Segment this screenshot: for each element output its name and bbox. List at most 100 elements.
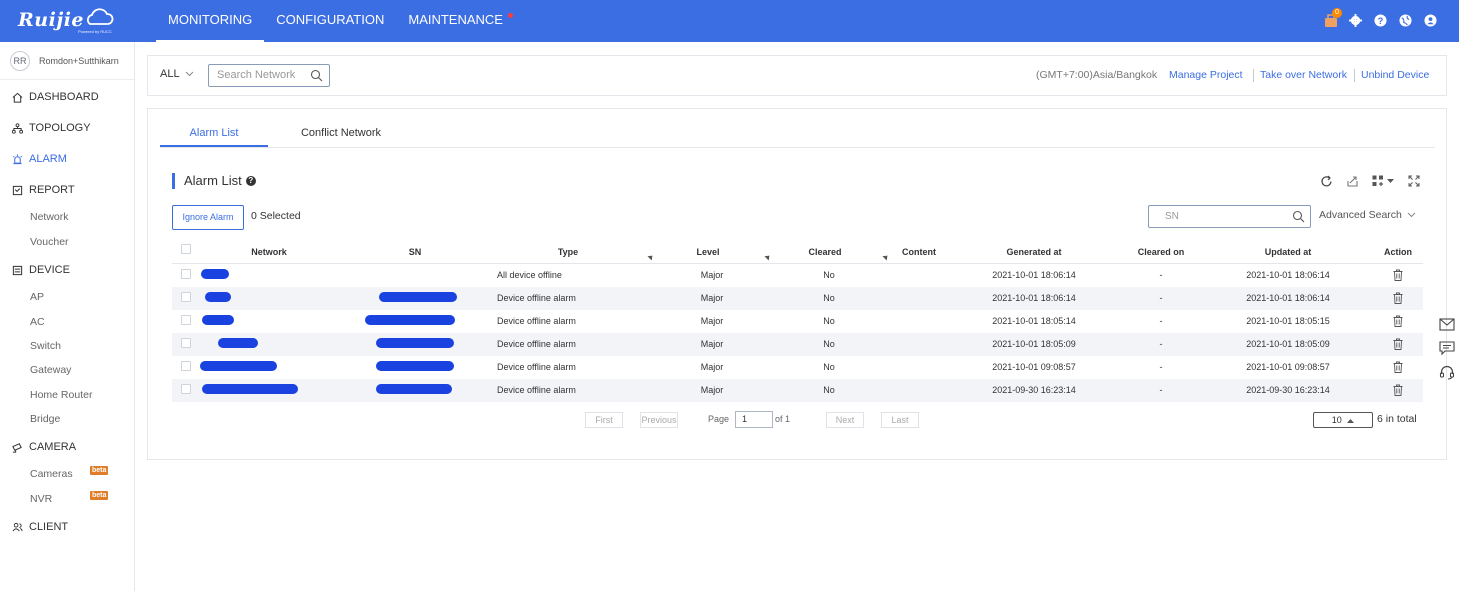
delete-icon[interactable] xyxy=(1393,292,1403,304)
search-icon[interactable] xyxy=(310,69,323,82)
sidebar-item-camera[interactable]: CAMERA xyxy=(0,436,134,458)
account-button[interactable] xyxy=(1422,12,1439,29)
ignore-alarm-button[interactable]: Ignore Alarm xyxy=(172,205,244,230)
sidebar-sub-voucher[interactable]: Voucher xyxy=(30,236,69,248)
column-settings-button[interactable] xyxy=(1370,173,1396,189)
tab-monitoring[interactable]: MONITORING xyxy=(156,0,265,42)
sidebar-sub-ap[interactable]: AP xyxy=(30,291,44,303)
manage-project-link[interactable]: Manage Project xyxy=(1169,69,1243,81)
user-box[interactable]: RR Romdon+Sutthikarn xyxy=(0,42,134,80)
search-icon[interactable] xyxy=(1292,210,1305,223)
camera-icon xyxy=(11,441,23,453)
sidebar-item-topology[interactable]: TOPOLOGY xyxy=(0,117,134,139)
sidebar-sub-cameras[interactable]: Cameras xyxy=(30,468,73,480)
select-all-checkbox[interactable] xyxy=(181,244,191,254)
refresh-button[interactable] xyxy=(1318,173,1334,189)
ruijie-logo[interactable]: Ruijie Powered by RUCC xyxy=(18,7,118,35)
sidebar-item-alarm[interactable]: ALARM xyxy=(0,148,134,170)
table-row[interactable]: Device offline alarm Major No 2021-10-01… xyxy=(172,287,1423,310)
support-button[interactable] xyxy=(1435,360,1459,384)
cell-cleared-on: - xyxy=(1159,362,1163,372)
sidebar-sub-ac[interactable]: AC xyxy=(30,316,45,328)
tab-configuration[interactable]: CONFIGURATION xyxy=(264,0,396,42)
row-checkbox[interactable] xyxy=(181,361,191,371)
settings-button[interactable] xyxy=(1347,12,1364,29)
sidebar-item-report[interactable]: REPORT xyxy=(0,179,134,201)
sidebar-sub-nvr[interactable]: NVR xyxy=(30,493,52,505)
delete-icon[interactable] xyxy=(1393,384,1403,396)
message-button[interactable] xyxy=(1435,312,1459,336)
header-level[interactable]: Level xyxy=(696,247,719,257)
delete-icon[interactable] xyxy=(1393,269,1403,281)
delete-icon[interactable] xyxy=(1393,338,1403,350)
previous-page-button[interactable]: Previous xyxy=(640,412,678,428)
row-checkbox[interactable] xyxy=(181,384,191,394)
cell-generated-at: 2021-10-01 18:05:09 xyxy=(992,339,1076,349)
cart-button[interactable]: 0 xyxy=(1322,8,1342,29)
tab-maintenance[interactable]: MAINTENANCE xyxy=(396,0,519,42)
take-over-network-link[interactable]: Take over Network xyxy=(1260,69,1347,81)
cell-level: Major xyxy=(700,339,724,349)
row-checkbox[interactable] xyxy=(181,292,191,302)
sidebar-sub-bridge[interactable]: Bridge xyxy=(30,413,60,425)
chevron-down-icon xyxy=(1407,212,1416,218)
sidebar-item-device[interactable]: DEVICE xyxy=(0,259,134,281)
advanced-search-toggle[interactable]: Advanced Search xyxy=(1319,209,1416,221)
fullscreen-button[interactable] xyxy=(1406,173,1422,189)
help-icon[interactable]: ? xyxy=(245,176,256,186)
sort-icon[interactable] xyxy=(647,253,655,261)
headset-icon xyxy=(1439,365,1455,380)
tab-conflict-network[interactable]: Conflict Network xyxy=(288,121,394,147)
logo-text: Ruijie xyxy=(18,9,85,31)
search-network-input[interactable]: Search Network xyxy=(208,64,330,87)
sidebar-item-label: CAMERA xyxy=(29,441,77,453)
page-label: Page xyxy=(708,414,730,424)
feedback-button[interactable] xyxy=(1435,336,1459,360)
table-row[interactable]: Device offline alarm Major No 2021-10-01… xyxy=(172,310,1423,333)
header-updated-at: Updated at xyxy=(1264,247,1312,257)
beta-badge: beta xyxy=(90,466,109,475)
sidebar-item-client[interactable]: CLIENT xyxy=(0,516,134,538)
delete-icon[interactable] xyxy=(1393,315,1403,327)
sidebar-sub-switch[interactable]: Switch xyxy=(30,340,61,352)
table-row[interactable]: All device offline Major No 2021-10-01 1… xyxy=(172,264,1423,287)
cart-badge: 0 xyxy=(1332,8,1342,18)
page-number-input[interactable]: 1 xyxy=(735,411,773,428)
first-page-button[interactable]: First xyxy=(585,412,623,428)
redacted-sn xyxy=(379,292,457,302)
sort-icon[interactable] xyxy=(764,253,772,261)
cell-level: Major xyxy=(700,385,724,395)
sidebar-item-dashboard[interactable]: DASHBOARD xyxy=(0,86,134,108)
sidebar-sub-network[interactable]: Network xyxy=(30,211,69,223)
cell-cleared: No xyxy=(823,385,835,395)
table-header: Network SN Type Level Cleared Content Ge… xyxy=(172,241,1423,264)
unbind-device-link[interactable]: Unbind Device xyxy=(1361,69,1429,81)
next-page-button[interactable]: Next xyxy=(826,412,864,428)
help-button[interactable]: ? xyxy=(1372,12,1389,29)
header-type[interactable]: Type xyxy=(558,247,578,257)
sort-icon[interactable] xyxy=(882,253,890,261)
row-checkbox[interactable] xyxy=(181,269,191,279)
header-content: Content xyxy=(902,247,936,257)
header-network: Network xyxy=(251,247,287,257)
header-generated-at: Generated at xyxy=(1006,247,1062,257)
last-page-button[interactable]: Last xyxy=(881,412,919,428)
page-size-select[interactable]: 10 xyxy=(1313,412,1373,428)
sn-search-input[interactable]: SN xyxy=(1148,205,1311,228)
delete-icon[interactable] xyxy=(1393,361,1403,373)
export-button[interactable] xyxy=(1344,173,1360,189)
chevron-down-icon xyxy=(185,71,193,77)
sidebar-sub-home-router[interactable]: Home Router xyxy=(30,389,92,401)
beta-badge: beta xyxy=(90,491,109,500)
sidebar-sub-gateway[interactable]: Gateway xyxy=(30,364,71,376)
language-button[interactable] xyxy=(1397,12,1414,29)
cell-cleared: No xyxy=(823,270,835,280)
row-checkbox[interactable] xyxy=(181,338,191,348)
row-checkbox[interactable] xyxy=(181,315,191,325)
tab-alarm-list[interactable]: Alarm List xyxy=(160,121,268,147)
table-row[interactable]: Device offline alarm Major No 2021-10-01… xyxy=(172,333,1423,356)
table-row[interactable]: Device offline alarm Major No 2021-10-01… xyxy=(172,356,1423,379)
table-row[interactable]: Device offline alarm Major No 2021-09-30… xyxy=(172,379,1423,402)
header-cleared[interactable]: Cleared xyxy=(808,247,841,257)
scope-dropdown[interactable]: ALL xyxy=(160,68,194,80)
